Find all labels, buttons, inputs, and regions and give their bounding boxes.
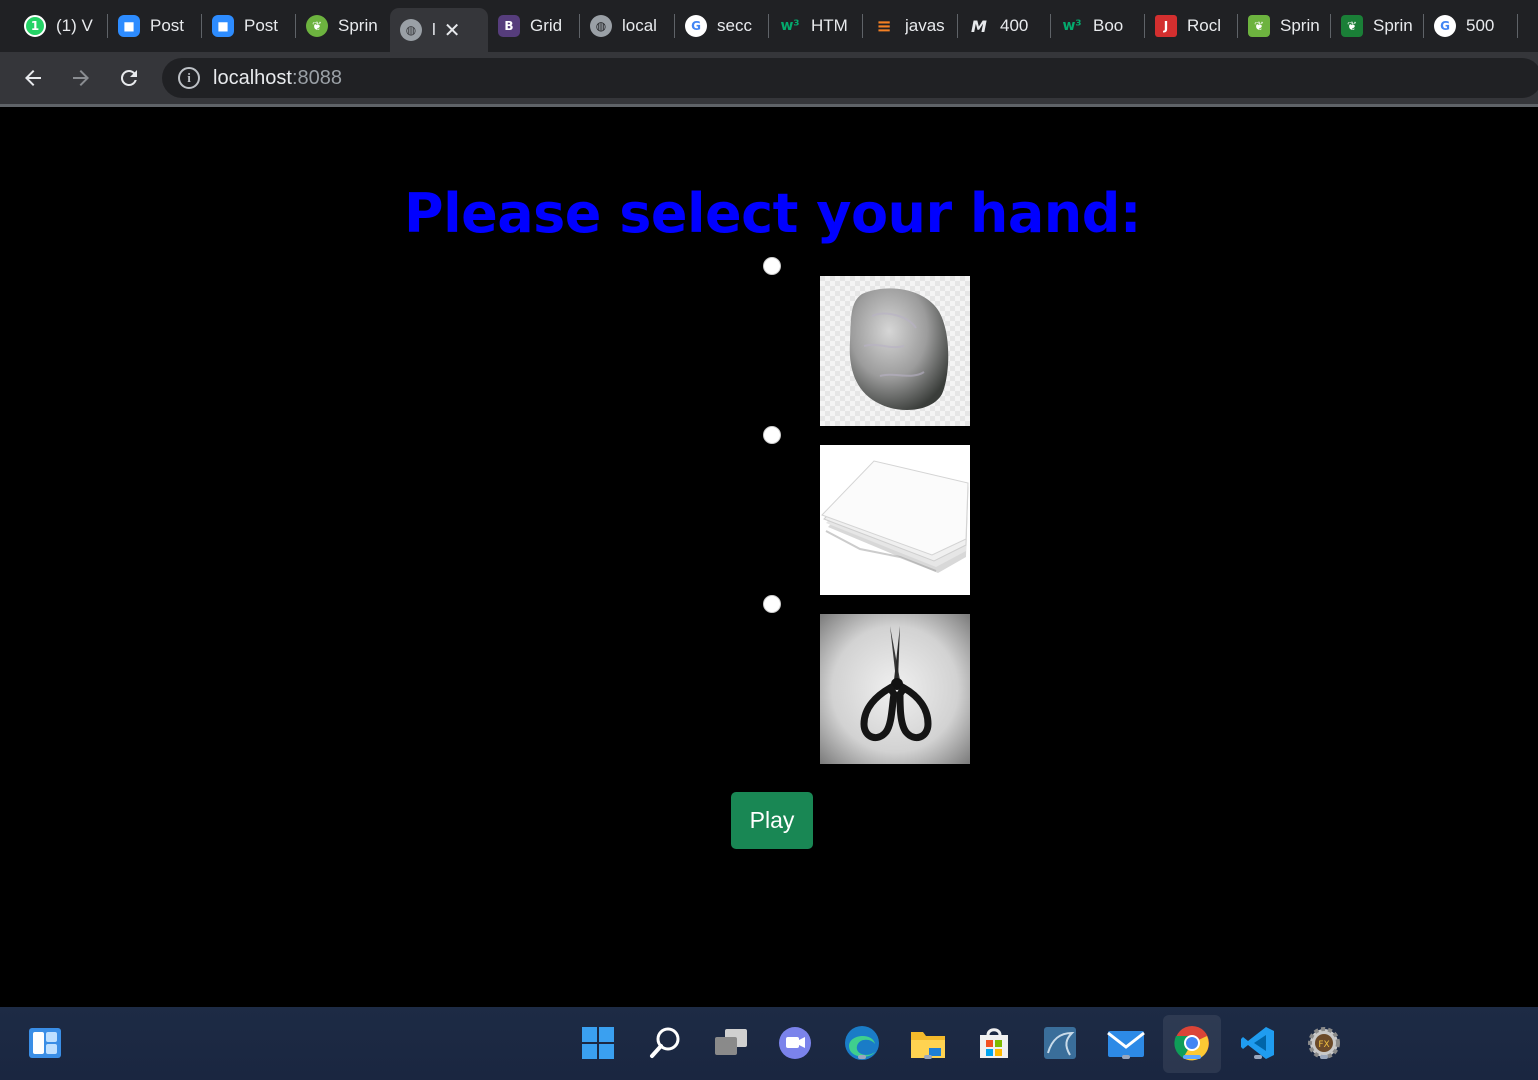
tab-title: 400 [1000,16,1029,35]
tab-active-localhost[interactable]: ◍ l ✕ [390,8,488,52]
mail-icon[interactable] [1106,1023,1146,1063]
teams-chat-icon[interactable] [775,1023,815,1063]
browser-tab-strip: 1 (1) V ■ Post ■ Post ❦ Sprin ◍ l ✕ B Gr… [0,0,1538,52]
widgets-icon[interactable] [25,1023,65,1063]
tab-localhost[interactable]: ◍ local [580,8,675,44]
tab-title: Post [244,16,279,35]
tab-bootstrap-grid[interactable]: B Grid [488,8,580,44]
scissors-radio[interactable] [763,595,781,613]
tab-title: local [622,16,657,35]
zoom-icon: ■ [118,15,140,37]
reload-button[interactable] [113,62,145,94]
zoom-icon: ■ [212,15,234,37]
browser-toolbar: i localhost:8088 [0,52,1538,104]
tab-title: Boo [1093,16,1124,35]
globe-icon: ◍ [400,19,422,41]
tab-javatpoint[interactable]: J Rocl [1145,8,1238,44]
tab-title: Rocl [1187,16,1222,35]
tab-title: javas [905,16,945,35]
tab-spring-3[interactable]: ❦ Sprin [1331,8,1424,44]
rock-image[interactable] [820,276,970,426]
url-port: :8088 [291,66,342,89]
mysql-workbench-icon[interactable] [1040,1023,1080,1063]
tab-stackoverflow[interactable]: ≡ javas [863,8,958,44]
tab-title: Post [150,16,185,35]
globe-icon: ◍ [590,15,612,37]
tab-google-search[interactable]: G secc [675,8,769,44]
url-host: localhost [213,66,292,89]
play-button[interactable]: Play [731,792,813,849]
back-button[interactable] [17,62,49,94]
tab-spring-1[interactable]: ❦ Sprin [296,8,390,44]
javatpoint-icon: J [1155,15,1177,37]
rock-radio[interactable] [763,257,781,275]
tab-title: (1) V [56,16,93,35]
mdn-icon: M [971,16,987,36]
tab-title: 500 [1466,16,1495,35]
paper-image[interactable] [820,445,970,595]
reload-icon [120,69,137,86]
task-view-icon[interactable] [711,1023,751,1063]
url-text: localhost:8088 [213,67,342,90]
site-info-icon[interactable]: i [178,67,200,89]
chrome-icon[interactable] [1172,1023,1212,1063]
tab-mdn[interactable]: M 400 [958,8,1051,44]
vscode-icon[interactable] [1238,1023,1278,1063]
tab-title: HTM [811,16,848,35]
paper-radio[interactable] [763,426,781,444]
stackoverflow-icon: ≡ [876,15,892,37]
tab-zoom-1[interactable]: ■ Post [108,8,202,44]
google-icon: G [685,15,707,37]
bootstrap-icon: B [498,15,520,37]
page-heading: Please select your hand: [404,182,1142,245]
start-icon[interactable] [578,1023,618,1063]
back-arrow-icon [25,70,41,86]
page-content: Please select your hand: Play [0,107,1538,1007]
tab-spring-2[interactable]: ❦ Sprin [1238,8,1331,44]
tab-whatsapp[interactable]: 1 (1) V [14,8,108,44]
close-tab-icon[interactable]: ✕ [444,18,461,42]
w3schools-icon: w³ [780,18,800,34]
address-bar[interactable]: i localhost:8088 [162,58,1538,98]
scissors-image[interactable] [820,614,970,764]
forward-button[interactable] [65,62,97,94]
java-ide-icon[interactable]: FX [1304,1023,1344,1063]
tab-title: secc [717,16,752,35]
w3schools-icon: w³ [1062,18,1082,34]
windows-taskbar: FX [0,1007,1538,1080]
tab-w3schools-html[interactable]: w³ HTM [769,8,863,44]
google-icon: G [1434,15,1456,37]
whatsapp-icon: 1 [24,15,46,37]
tab-google-500[interactable]: G 500 [1424,8,1518,44]
tab-title: Sprin [1280,16,1320,35]
file-explorer-icon[interactable] [908,1023,948,1063]
edge-icon[interactable] [842,1023,882,1063]
tab-zoom-2[interactable]: ■ Post [202,8,296,44]
spring-icon: ❦ [306,15,328,37]
tab-title: Sprin [1373,16,1413,35]
tab-title: Grid [530,16,563,35]
svg-text:FX: FX [1318,1040,1329,1050]
tab-title: Sprin [338,16,378,35]
microsoft-store-icon[interactable] [974,1023,1014,1063]
spring-icon: ❦ [1341,15,1363,37]
tab-title: l [432,20,436,39]
spring-icon: ❦ [1248,15,1270,37]
tab-w3schools-bootstrap[interactable]: w³ Boo [1051,8,1145,44]
search-icon[interactable] [645,1023,685,1063]
forward-arrow-icon [73,70,89,86]
